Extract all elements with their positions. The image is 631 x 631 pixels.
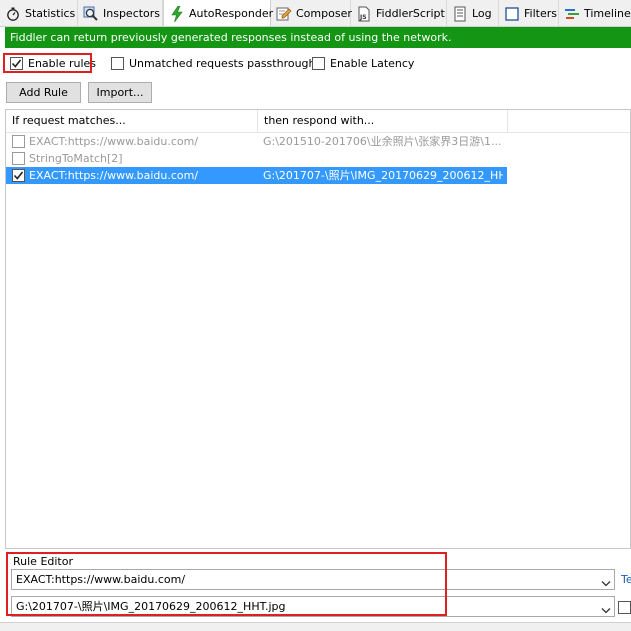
tab-autoresponder[interactable]: AutoResponder bbox=[163, 0, 274, 26]
enable-latency-checkbox[interactable] bbox=[312, 57, 325, 70]
rule-match-cell: EXACT:https://www.baidu.com/ bbox=[29, 169, 199, 182]
rule-row[interactable]: EXACT:https://www.baidu.com/ G:\201510-2… bbox=[6, 133, 507, 150]
unmatched-passthrough-checkbox[interactable] bbox=[111, 57, 124, 70]
rules-list[interactable]: If request matches... then respond with.… bbox=[5, 109, 631, 549]
log-icon bbox=[452, 6, 468, 22]
rule-enabled-checkbox[interactable] bbox=[12, 152, 25, 165]
unmatched-passthrough-label: Unmatched requests passthrough bbox=[129, 57, 316, 70]
timeline-icon bbox=[564, 6, 580, 22]
lightning-icon bbox=[169, 5, 185, 22]
filter-checkbox-icon bbox=[504, 6, 520, 22]
tab-label: Filters bbox=[524, 7, 557, 20]
magnifier-icon bbox=[83, 6, 99, 22]
tab-label: FiddlerScript bbox=[376, 7, 445, 20]
tab-statistics[interactable]: Statistics bbox=[0, 0, 78, 26]
import-button[interactable]: Import... bbox=[88, 82, 152, 103]
test-link[interactable]: Te bbox=[621, 573, 631, 586]
enable-latency-label: Enable Latency bbox=[330, 57, 415, 70]
tab-strip: Statistics Inspectors AutoResponder Comp… bbox=[0, 0, 631, 27]
rule-respond-cell bbox=[263, 150, 503, 167]
rule-editor-side-checkbox[interactable] bbox=[618, 601, 631, 614]
enable-rules-highlight bbox=[3, 53, 92, 73]
bottom-status-strip bbox=[0, 622, 631, 631]
column-header-respond[interactable]: then respond with... bbox=[258, 110, 508, 132]
stopwatch-icon bbox=[5, 6, 21, 22]
chevron-down-icon[interactable] bbox=[601, 602, 611, 614]
tab-fiddlerscript[interactable]: JS FiddlerScript bbox=[351, 0, 447, 26]
unmatched-passthrough-option[interactable]: Unmatched requests passthrough bbox=[111, 55, 316, 72]
tab-inspectors[interactable]: Inspectors bbox=[78, 0, 163, 26]
rule-match-cell: EXACT:https://www.baidu.com/ bbox=[29, 135, 199, 148]
tab-composer[interactable]: Composer bbox=[271, 0, 352, 26]
rule-editor-highlight bbox=[6, 552, 447, 616]
tab-label: Timeline bbox=[584, 7, 631, 20]
script-icon: JS bbox=[356, 6, 372, 22]
tab-label: Log bbox=[472, 7, 492, 20]
info-banner: Fiddler can return previously generated … bbox=[5, 27, 631, 48]
column-header-match[interactable]: If request matches... bbox=[6, 110, 258, 132]
pencil-icon bbox=[276, 6, 292, 22]
tab-label: Statistics bbox=[25, 7, 76, 20]
tab-label: Inspectors bbox=[103, 7, 161, 20]
rule-row[interactable]: StringToMatch[2] bbox=[6, 150, 507, 167]
rule-enabled-checkbox[interactable] bbox=[12, 169, 25, 182]
enable-latency-option[interactable]: Enable Latency bbox=[312, 55, 414, 72]
rule-row-selected[interactable]: EXACT:https://www.baidu.com/ G:\201707-\… bbox=[6, 167, 507, 184]
chevron-down-icon[interactable] bbox=[601, 575, 611, 587]
tab-label: AutoResponder bbox=[189, 7, 274, 20]
rules-list-header: If request matches... then respond with.… bbox=[6, 110, 630, 133]
rule-respond-cell: G:\201510-201706\业余照片\张家界3日游\1... bbox=[263, 135, 502, 148]
rule-enabled-checkbox[interactable] bbox=[12, 135, 25, 148]
svg-text:JS: JS bbox=[359, 14, 367, 21]
rule-match-cell: StringToMatch[2] bbox=[29, 152, 123, 165]
tab-timeline[interactable]: Timeline bbox=[559, 0, 631, 26]
rule-respond-cell: G:\201707-\照片\IMG_20170629_200612_HH... bbox=[263, 169, 503, 182]
add-rule-button[interactable]: Add Rule bbox=[6, 82, 81, 103]
tab-log[interactable]: Log bbox=[447, 0, 499, 26]
tab-label: Composer bbox=[296, 7, 352, 20]
tab-filters[interactable]: Filters bbox=[499, 0, 559, 26]
